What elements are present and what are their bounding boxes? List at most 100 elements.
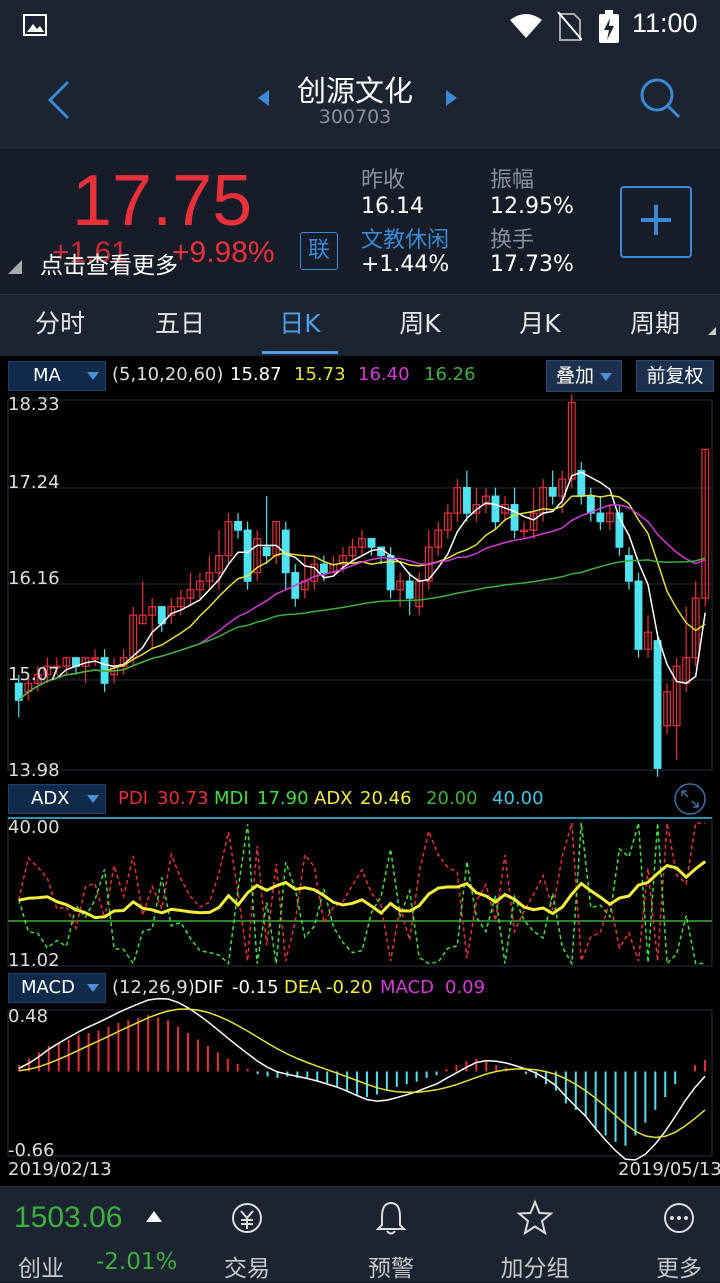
macd-axis-label: 0.48 xyxy=(8,1006,49,1027)
dea-line xyxy=(18,1008,706,1139)
no-sim-icon xyxy=(557,11,582,41)
candle-body xyxy=(634,580,643,650)
candle-body xyxy=(625,555,633,582)
turnover-label: 换手 xyxy=(490,228,535,253)
candle-body xyxy=(596,512,605,523)
adx-level-40: 40.00 xyxy=(492,788,544,809)
macd-dropdown[interactable]: MACD xyxy=(8,973,106,1003)
dif-label: DIF xyxy=(194,977,224,998)
adx-dropdown[interactable]: ADX xyxy=(8,784,106,814)
battery-icon xyxy=(599,10,619,43)
stock-header: 创源文化 300703 xyxy=(0,52,720,147)
nav-alert[interactable]: 预警 xyxy=(336,1187,446,1282)
price-axis-label: 17.24 xyxy=(8,472,60,493)
active-tab-indicator xyxy=(262,351,338,354)
index-change: -2.01% xyxy=(96,1249,178,1275)
end-date: 2019/05/13 xyxy=(618,1159,720,1180)
macd-indicator-label: MACD xyxy=(21,977,75,998)
nav-alert-label: 预警 xyxy=(368,1256,414,1282)
prev-close-label: 昨收 xyxy=(361,168,406,193)
price-axis-label: 13.98 xyxy=(8,760,60,781)
tab-weekly-k[interactable]: 周K xyxy=(360,295,480,353)
image-icon xyxy=(23,14,47,36)
industry-link[interactable]: 文教休闲 xyxy=(361,222,449,254)
linked-button[interactable]: 联 xyxy=(300,232,338,270)
add-watchlist-button[interactable]: + xyxy=(620,186,692,258)
dif-value: -0.15 xyxy=(232,977,279,998)
macd-value: 0.09 xyxy=(445,977,486,998)
chevron-down-icon xyxy=(87,984,99,992)
ma-lines xyxy=(18,471,706,701)
ma60-line xyxy=(18,557,706,701)
price-change-pct: +9.98% xyxy=(172,236,275,269)
dea-label: DEA xyxy=(284,977,322,998)
macd-params: (12,26,9) xyxy=(112,977,195,998)
macd-lines xyxy=(18,997,706,1161)
adx-indicator-label: ADX xyxy=(31,788,70,809)
pdi-line xyxy=(18,822,706,962)
candle-body xyxy=(234,521,242,531)
tab-monthly-k[interactable]: 月K xyxy=(480,295,600,353)
price-axis-label: 18.33 xyxy=(8,394,60,415)
chevron-down-icon xyxy=(87,795,99,803)
adx-label: ADX xyxy=(314,788,353,809)
industry-change: +1.44% xyxy=(361,252,450,277)
price-panel-frame xyxy=(7,399,713,771)
candle-body xyxy=(367,538,376,548)
index-value[interactable]: 1503.06 xyxy=(14,1201,122,1235)
prev-close-value: 16.14 xyxy=(361,194,424,219)
expand-icon[interactable] xyxy=(672,782,708,816)
price-axis-label: 15.07 xyxy=(8,664,60,685)
period-corner-icon xyxy=(708,327,716,335)
current-price: 17.75 xyxy=(72,161,253,241)
tab-intraday[interactable]: 分时 xyxy=(0,295,120,353)
tab-five-day[interactable]: 五日 xyxy=(120,295,240,353)
trade-icon xyxy=(232,1203,262,1233)
stock-code: 300703 xyxy=(318,106,392,128)
pdi-label: PDI xyxy=(118,788,149,809)
candle-body xyxy=(462,487,471,514)
dif-line xyxy=(18,997,706,1161)
candle-body xyxy=(653,640,662,769)
chart-area[interactable]: MA (5,10,20,60) 15.87 15.73 16.40 16.26 … xyxy=(0,356,720,1186)
kline-chart[interactable] xyxy=(0,356,720,1186)
adx-axis-label: 11.02 xyxy=(8,950,60,971)
mdi-line xyxy=(18,822,706,967)
amplitude-value: 12.95% xyxy=(490,194,574,219)
nav-more-label: 更多 xyxy=(656,1256,702,1282)
prev-stock-icon[interactable] xyxy=(258,90,269,106)
candle-body xyxy=(386,555,395,591)
price-axis-label: 16.16 xyxy=(8,568,60,589)
back-icon[interactable] xyxy=(44,78,74,122)
view-more-hint[interactable]: 点击查看更多 xyxy=(40,246,178,280)
search-icon[interactable] xyxy=(638,76,682,120)
bell-icon xyxy=(375,1201,407,1235)
period-tabs: 分时 五日 日K 周K 月K 周期 xyxy=(0,294,720,358)
nav-add-group[interactable]: 加分组 xyxy=(480,1187,590,1282)
next-stock-icon[interactable] xyxy=(446,90,457,106)
start-date: 2019/02/13 xyxy=(8,1159,112,1180)
candle-body xyxy=(319,563,328,574)
candle-body xyxy=(548,487,557,497)
adx-level-20: 20.00 xyxy=(426,788,478,809)
macd-bars xyxy=(17,1015,707,1146)
nav-trade[interactable]: 交易 xyxy=(192,1187,302,1282)
mdi-label: MDI xyxy=(214,788,249,809)
tab-daily-k[interactable]: 日K xyxy=(240,295,360,353)
star-icon xyxy=(516,1199,554,1236)
amplitude-label: 振幅 xyxy=(490,168,535,193)
tab-period[interactable]: 周期 xyxy=(600,295,710,353)
nav-more[interactable]: 更多 xyxy=(624,1187,720,1282)
quote-panel[interactable]: 17.75 +1.61 +9.98% 点击查看更多 联 昨收 16.14 文教休… xyxy=(0,147,720,295)
macd-axis-label: -0.66 xyxy=(8,1140,55,1161)
candles xyxy=(14,394,710,777)
index-name: 创业 xyxy=(18,1256,64,1282)
dea-value: -0.20 xyxy=(326,977,373,998)
up-arrow-icon xyxy=(146,1211,162,1222)
turnover-value: 17.73% xyxy=(490,252,574,277)
candle-body xyxy=(405,580,414,599)
candle-body xyxy=(577,469,586,497)
mdi-value: 17.90 xyxy=(257,788,309,809)
stock-name: 创源文化 xyxy=(296,74,413,108)
status-bar: 11:00 xyxy=(0,0,720,52)
